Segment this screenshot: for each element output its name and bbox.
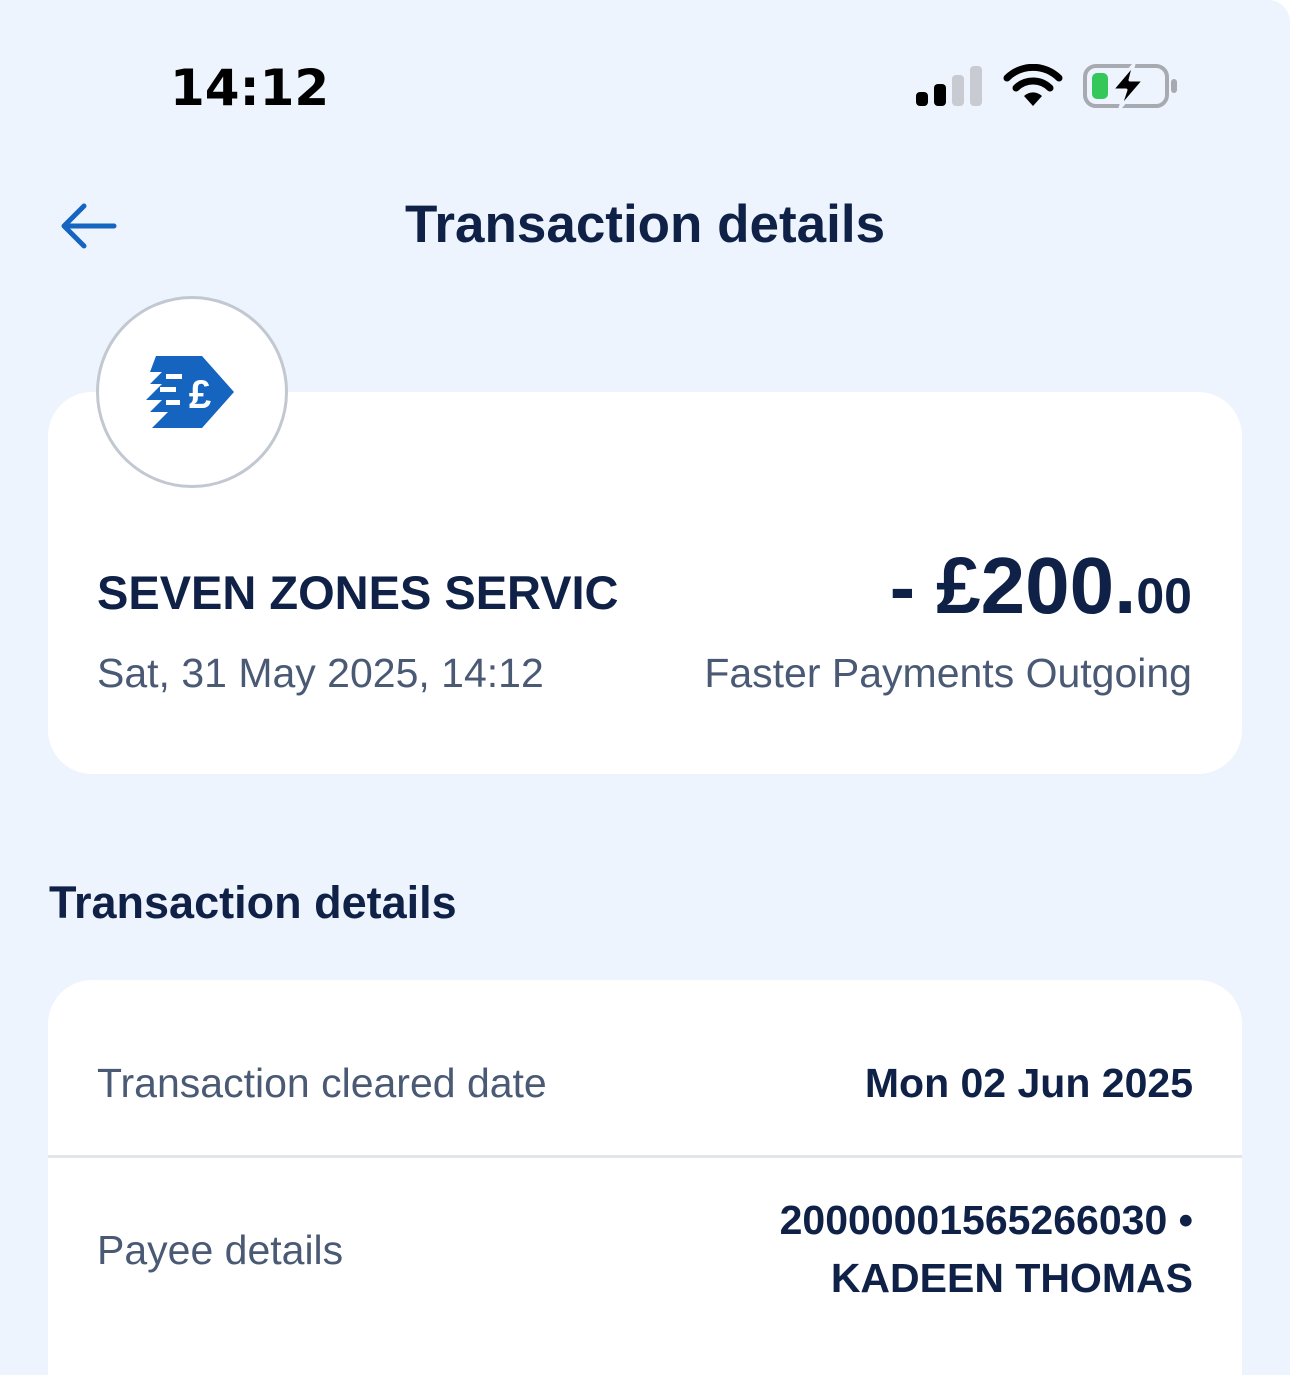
cellular-signal-icon <box>916 66 982 106</box>
page-title: Transaction details <box>404 195 886 254</box>
transaction-type: Faster Payments Outgoing <box>704 650 1192 696</box>
faster-payment-pound-icon: £ <box>146 356 234 428</box>
transaction-details-screen: 14:12 Transaction details £ SEVEN ZONES … <box>0 0 1290 1375</box>
detail-row-cleared-date: Transaction cleared date Mon 02 Jun 2025 <box>48 980 1242 1158</box>
amount-pence: 00 <box>1136 568 1192 624</box>
transaction-amount: - £200.00 <box>890 536 1192 659</box>
merchant-avatar: £ <box>96 296 288 488</box>
detail-row-payee-details: Payee details 20000001565266030 • KADEEN… <box>48 1161 1242 1375</box>
payee-name: KADEEN THOMAS <box>830 1255 1193 1301</box>
detail-value-payee: 20000001565266030 • KADEEN THOMAS <box>780 1191 1193 1307</box>
detail-label: Payee details <box>97 1227 344 1273</box>
payee-account-number: 20000001565266030 • <box>779 1197 1193 1243</box>
wifi-icon <box>1003 64 1063 106</box>
svg-text:£: £ <box>189 373 211 417</box>
detail-label: Transaction cleared date <box>97 1060 547 1106</box>
status-bar-time: 14:12 <box>170 59 330 117</box>
amount-pounds: £200. <box>936 541 1137 630</box>
merchant-name: SEVEN ZONES SERVIC <box>97 566 619 619</box>
battery-charging-icon <box>1083 62 1177 110</box>
section-heading-transaction-details: Transaction details <box>49 877 457 928</box>
transaction-details-card: Transaction cleared date Mon 02 Jun 2025… <box>48 980 1242 1375</box>
transaction-datetime: Sat, 31 May 2025, 14:12 <box>97 650 544 696</box>
detail-value: Mon 02 Jun 2025 <box>864 1060 1193 1106</box>
amount-sign: - <box>889 545 937 630</box>
